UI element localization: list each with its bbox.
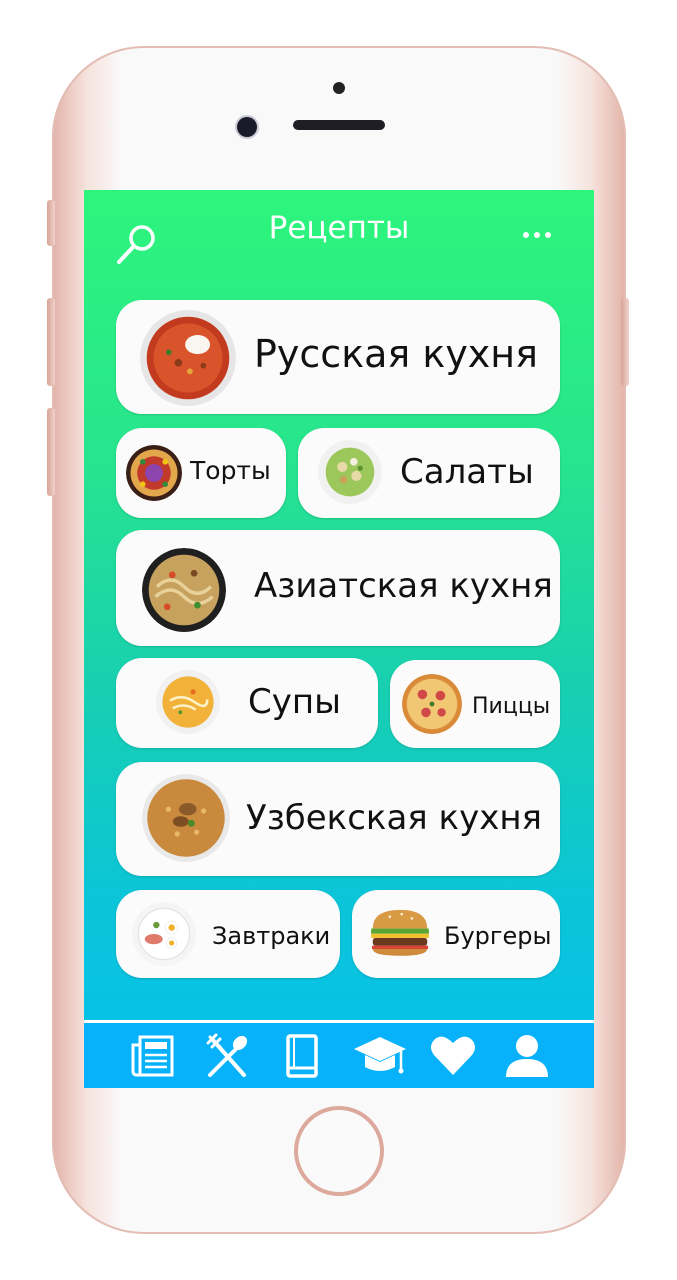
bottom-nav (84, 1020, 594, 1088)
category-card-pizza[interactable]: Пиццы (390, 660, 560, 748)
noodles-image (142, 548, 226, 632)
app-screen: Рецепты Русская кухня Торты Салаты Азиат… (84, 190, 594, 1088)
category-label: Салаты (400, 452, 534, 492)
category-label: Завтраки (212, 922, 331, 950)
category-card-soups[interactable]: Супы (116, 658, 378, 748)
volume-down-button (47, 408, 55, 496)
cake-image (126, 445, 182, 501)
graduation-cap-icon[interactable] (352, 1031, 408, 1081)
more-icon[interactable] (522, 228, 552, 242)
burger-image (371, 909, 429, 956)
category-card-cakes[interactable]: Торты (116, 428, 286, 518)
book-icon[interactable] (278, 1031, 328, 1081)
proximity-sensor (333, 82, 345, 94)
home-button[interactable] (294, 1106, 384, 1196)
volume-up-button (47, 298, 55, 386)
front-camera (237, 117, 257, 137)
user-icon[interactable] (502, 1031, 552, 1081)
breakfast-image (132, 902, 196, 966)
category-card-uzbek[interactable]: Узбекская кухня (116, 762, 560, 876)
page-title: Рецепты (268, 210, 410, 246)
category-card-russian[interactable]: Русская кухня (116, 300, 560, 414)
category-card-breakfast[interactable]: Завтраки (116, 890, 340, 978)
power-button (621, 298, 629, 386)
category-label: Пиццы (472, 694, 551, 719)
salad-image (318, 440, 382, 504)
category-label: Торты (190, 456, 271, 485)
category-label: Супы (248, 682, 341, 722)
category-label: Узбекская кухня (246, 798, 543, 838)
pizza-image (402, 674, 462, 734)
category-label: Русская кухня (254, 332, 538, 376)
category-label: Азиатская кухня (254, 566, 553, 606)
plov-image (142, 774, 230, 862)
category-card-asian[interactable]: Азиатская кухня (116, 530, 560, 646)
fork-spoon-icon[interactable] (202, 1031, 252, 1081)
heart-icon[interactable] (428, 1031, 478, 1081)
category-card-salads[interactable]: Салаты (298, 428, 560, 518)
newspaper-icon[interactable] (128, 1031, 178, 1081)
category-label: Бургеры (444, 922, 552, 950)
borscht-image (140, 310, 236, 406)
soup-image (156, 670, 220, 734)
category-card-burgers[interactable]: Бургеры (352, 890, 560, 978)
earpiece-speaker (293, 120, 385, 130)
mute-switch (47, 200, 55, 246)
